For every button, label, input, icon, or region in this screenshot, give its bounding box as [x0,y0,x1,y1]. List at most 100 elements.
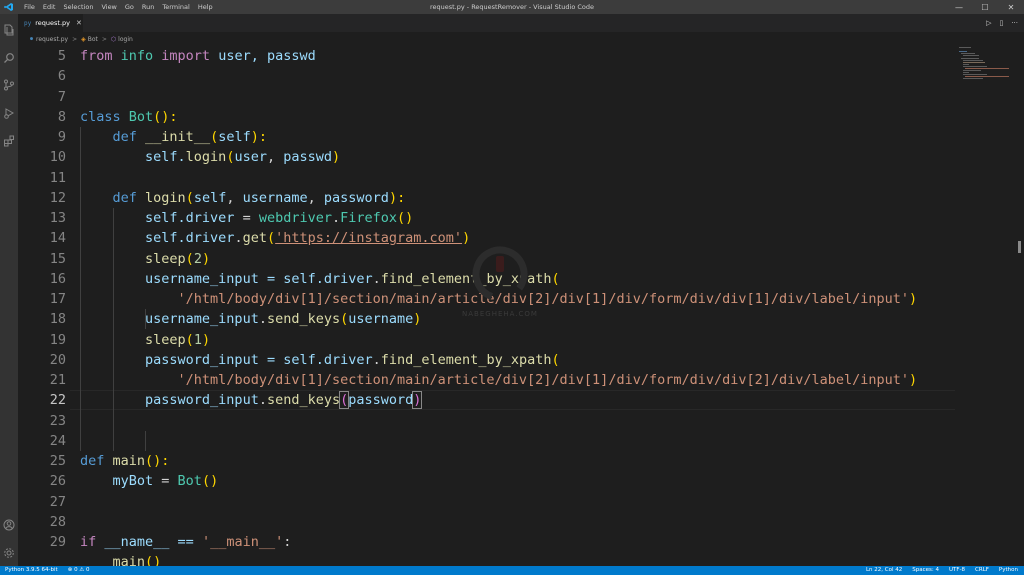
editor-actions: ▷ ▯ ··· [986,14,1018,32]
breadcrumb-file[interactable]: ● request.py [30,36,68,43]
token: find_element_by_xpath [380,351,552,368]
python-file-icon: ● [30,36,34,42]
cursor-position[interactable]: Ln 22, Col 42 [866,566,902,575]
more-actions-icon[interactable]: ··· [1011,19,1018,27]
url-string[interactable]: 'https://instagram.com' [275,230,462,246]
token: class [80,108,121,125]
token: def [112,129,137,145]
line-number: 7 [57,88,66,105]
menu-help[interactable]: Help [194,0,217,14]
token: ( [551,351,560,368]
token: ): [250,129,267,145]
token: . [372,270,381,287]
token: ( [185,250,194,267]
code-line-25: def main(): [80,451,169,471]
token: def [80,453,105,469]
tab-close-icon[interactable]: ✕ [76,19,82,27]
code-line-26: myBot = Bot() [80,471,219,491]
watermark-text: NABEGHEHA.COM [462,310,538,318]
vertical-scrollbar[interactable] [1015,46,1024,566]
token: sleep [145,331,186,348]
scrollbar-thumb[interactable] [1018,241,1021,253]
code-line-10: self.login(user, passwd) [80,147,340,167]
end-of-line[interactable]: CRLF [975,566,989,575]
source-control-icon[interactable] [3,76,15,91]
line-number: 18 [49,311,66,328]
menu-go[interactable]: Go [121,0,138,14]
python-interpreter[interactable]: Python 3.9.5 64-bit [5,566,58,575]
breadcrumb-separator: > [101,35,107,43]
menu-run[interactable]: Run [138,0,158,14]
menu-selection[interactable]: Selection [59,0,97,14]
code-line-15: sleep(2) [80,249,210,269]
extensions-icon[interactable] [3,132,15,147]
menu-view[interactable]: View [97,0,120,14]
class-symbol-icon: ◈ [81,35,86,43]
token: , [266,149,284,166]
line-number: 17 [49,291,66,307]
token: : [283,534,292,550]
indentation[interactable]: Spaces: 4 [912,566,939,575]
watermark-logo-icon [472,246,528,302]
token: ( [185,189,194,206]
breadcrumb-method[interactable]: ⬡ login [111,36,133,43]
line-number: 21 [49,372,66,388]
menu-terminal[interactable]: Terminal [158,0,193,14]
line-number: 29 [49,534,66,550]
breadcrumb-class[interactable]: ◈ Bot [81,36,98,43]
breadcrumb-file-label: request.py [36,35,69,43]
token: = self. [258,351,324,368]
token: from [80,48,113,64]
close-window-button[interactable]: ✕ [998,0,1024,14]
line-number: 13 [49,210,66,226]
line-number: 11 [49,169,66,186]
token: ) [332,149,341,166]
search-icon[interactable] [3,49,15,63]
token: user [234,149,267,166]
menu-file[interactable]: File [20,0,39,14]
token: self [193,189,227,206]
token: webdriver [258,210,332,226]
token: __init__ [145,129,211,145]
token: login [185,149,227,166]
token: ): [388,189,406,206]
token: password [348,392,414,409]
token: myBot [112,473,154,490]
run-debug-icon[interactable] [3,104,15,119]
line-number-gutter: 5 6 7 8 9 10 11 12 13 14 15 16 17 18 19 … [18,46,70,566]
maximize-button[interactable]: ☐ [972,0,998,14]
language-mode[interactable]: Python [999,566,1018,575]
token: 1 [193,331,202,348]
watermark: NABEGHEHA.COM [455,240,545,330]
line-number: 8 [57,108,66,125]
line-number: 14 [49,230,66,247]
token: sleep [145,250,186,267]
token: ) [201,250,211,267]
token: main [112,453,146,469]
menu-edit[interactable]: Edit [39,0,60,14]
line-number: 16 [49,270,66,287]
token: driver [323,351,373,368]
split-editor-icon[interactable]: ▯ [999,19,1003,27]
minimize-button[interactable]: — [946,0,972,14]
gear-icon[interactable] [3,544,15,558]
token: ( [210,129,219,145]
line-number: 6 [57,68,66,85]
token: self. [80,230,186,247]
problems-count[interactable]: ⊗ 0 ⚠ 0 [68,566,90,575]
token: send_keys [266,392,341,409]
token: username_input [145,311,259,328]
run-file-icon[interactable]: ▷ [986,19,991,27]
explorer-icon[interactable] [3,21,15,36]
tab-request-py[interactable]: py request.py ✕ [18,14,83,32]
minimap[interactable] [955,46,1015,566]
account-icon[interactable] [3,516,15,531]
encoding[interactable]: UTF-8 [949,566,965,575]
token: driver [323,270,373,287]
window-controls: — ☐ ✕ [946,0,1024,14]
token: = [234,210,259,226]
line-number: 23 [49,412,66,429]
